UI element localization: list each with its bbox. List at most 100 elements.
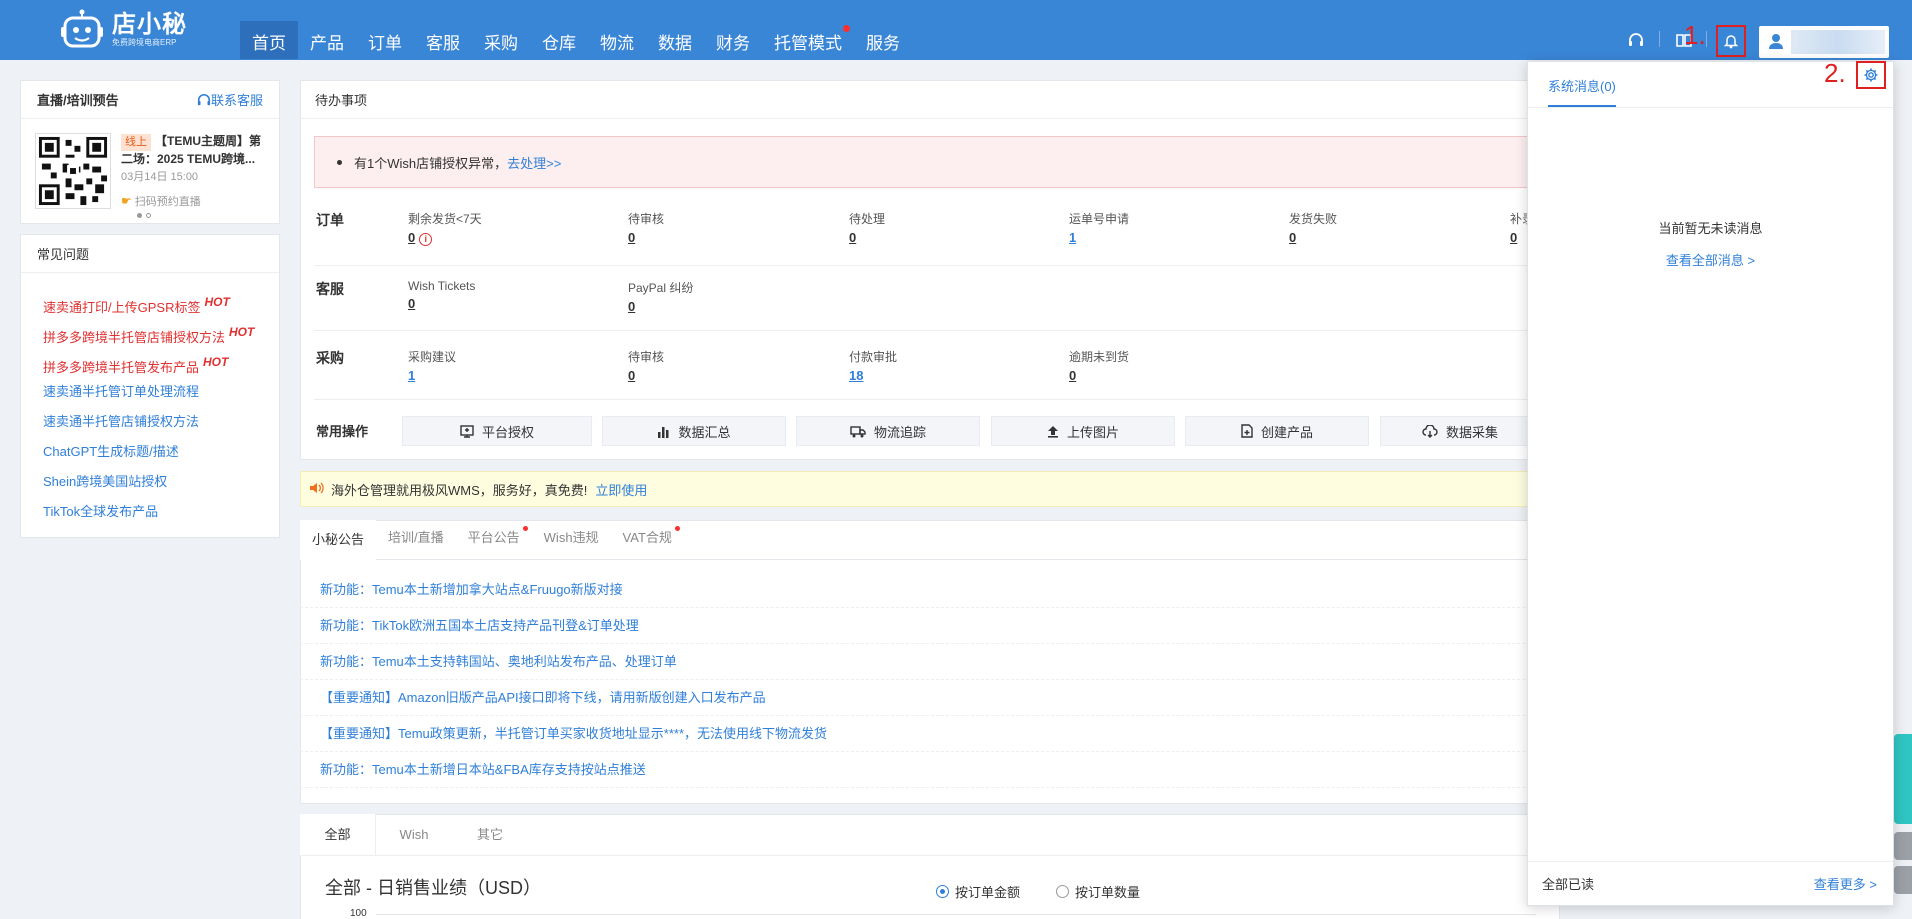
faq-item[interactable]: 拼多多跨境半托管店铺授权方法 HOT bbox=[43, 317, 257, 347]
info-icon[interactable]: i bbox=[419, 233, 433, 246]
platform-auth-button[interactable]: 平台授权 bbox=[402, 416, 592, 446]
todo-cell[interactable]: 逾期未到货 0 bbox=[1069, 348, 1129, 383]
tab-training-live[interactable]: 培训/直播 bbox=[376, 520, 456, 560]
nav-hosting-mode[interactable]: 托管模式 bbox=[762, 21, 854, 59]
nav-data[interactable]: 数据 bbox=[646, 21, 704, 59]
todo-cell-label: 待审核 bbox=[628, 350, 665, 364]
todo-cell-label: 待处理 bbox=[849, 212, 886, 226]
tab-sales-wish[interactable]: Wish bbox=[376, 814, 452, 855]
live-event-info[interactable]: 线上 【TEMU主题周】第二场：2025 TEMU跨境... bbox=[121, 133, 271, 168]
faq-item-label: 拼多多跨境半托管店铺授权方法 bbox=[43, 330, 226, 345]
todo-cell-value[interactable]: 0 bbox=[1069, 368, 1076, 383]
nav-customer-service[interactable]: 客服 bbox=[414, 21, 472, 59]
new-dot bbox=[522, 526, 528, 531]
bell-icon[interactable] bbox=[1719, 29, 1743, 53]
tab-platform-notice[interactable]: 平台公告 bbox=[456, 520, 532, 560]
news-item[interactable]: 新功能：Temu本土支持韩国站、奥地利站发布产品、处理订单 bbox=[300, 644, 1560, 680]
todo-cell[interactable]: Wish Tickets 0 bbox=[408, 279, 475, 311]
floating-help-icon[interactable] bbox=[1894, 832, 1912, 860]
nav-orders[interactable]: 订单 bbox=[356, 21, 414, 59]
todo-cell-value[interactable]: 1 bbox=[408, 368, 415, 383]
brand-logo[interactable]: 店小秘 免费跨境电商ERP bbox=[60, 8, 187, 52]
news-item[interactable]: 【重要通知】Temu政策更新，半托管订单买家收货地址显示****，无法使用线下物… bbox=[300, 716, 1560, 752]
username-blurred bbox=[1791, 30, 1885, 54]
faq-item[interactable]: 拼多多跨境半托管发布产品 HOT bbox=[43, 347, 257, 377]
faq-item[interactable]: ChatGPT生成标题/描述 bbox=[43, 437, 257, 467]
headset-icon[interactable] bbox=[1624, 28, 1648, 52]
news-item[interactable]: 新功能：Temu本土新增加拿大站点&Fruugo新版对接 bbox=[300, 572, 1560, 608]
radio-by-count[interactable]: 按订单数量 bbox=[1056, 882, 1140, 901]
todo-cell-value[interactable]: 0 bbox=[628, 230, 635, 245]
logistics-track-button[interactable]: 物流追踪 bbox=[796, 416, 980, 446]
todo-cell-value[interactable]: 0 bbox=[408, 296, 415, 311]
radio-by-amount[interactable]: 按订单金额 bbox=[936, 882, 1020, 901]
todo-cell-value[interactable]: 0 bbox=[628, 368, 635, 383]
upload-image-button[interactable]: 上传图片 bbox=[991, 416, 1175, 446]
todo-cell-value[interactable]: 18 bbox=[849, 368, 863, 383]
tab-sales-all[interactable]: 全部 bbox=[300, 814, 376, 855]
scan-reserve-label: 扫码预约直播 bbox=[134, 196, 201, 208]
faq-item[interactable]: 速卖通半托管店铺授权方法 bbox=[43, 407, 257, 437]
tab-system-messages[interactable]: 系统消息(0) bbox=[1548, 76, 1616, 107]
promo-banner: 海外仓管理就用极风WMS，服务好，真免费! 立即使用 bbox=[300, 471, 1560, 507]
promo-use-now-link[interactable]: 立即使用 bbox=[595, 480, 647, 499]
todo-cell[interactable]: 发货失败 0 bbox=[1289, 210, 1337, 245]
todo-cell-value[interactable]: 0 bbox=[849, 230, 856, 245]
todo-row-label: 订单 bbox=[316, 212, 344, 228]
carousel-dots[interactable] bbox=[137, 213, 151, 218]
nav-warehouse[interactable]: 仓库 bbox=[530, 21, 588, 59]
hot-badge: HOT bbox=[203, 355, 229, 369]
faq-item-label: 拼多多跨境半托管发布产品 bbox=[43, 360, 200, 375]
todo-cell-value[interactable]: 1 bbox=[1069, 230, 1076, 245]
todo-cell-value[interactable]: 0 bbox=[1289, 230, 1296, 245]
todo-cell-value[interactable]: 0 bbox=[1510, 230, 1517, 245]
live-title: 直播/培训预告 bbox=[37, 93, 119, 108]
todo-cell[interactable]: 待审核 0 bbox=[628, 348, 664, 383]
faq-item[interactable]: Shein跨境美国站授权 bbox=[43, 467, 257, 497]
robot-logo-icon bbox=[60, 9, 104, 51]
nav-services[interactable]: 服务 bbox=[854, 21, 912, 59]
nav-products[interactable]: 产品 bbox=[298, 21, 356, 59]
todo-cell-value[interactable]: 0 bbox=[408, 230, 415, 245]
news-item[interactable]: 【重要通知】Amazon旧版产品API接口即将下线，请用新版创建入口发布产品 bbox=[300, 680, 1560, 716]
data-summary-button[interactable]: 数据汇总 bbox=[602, 416, 786, 446]
tab-announcements[interactable]: 小秘公告 bbox=[300, 520, 377, 560]
faq-item[interactable]: 速卖通半托管订单处理流程 bbox=[43, 377, 257, 407]
floating-service-tab[interactable] bbox=[1894, 734, 1912, 824]
mark-all-read-button[interactable]: 全部已读 bbox=[1542, 874, 1594, 893]
faq-title: 常见问题 bbox=[37, 247, 90, 262]
nav-purchase[interactable]: 采购 bbox=[472, 21, 530, 59]
contact-service-link[interactable]: 联系客服 bbox=[197, 90, 263, 109]
live-preview-card: 直播/培训预告 联系客服 线上 【TEMU主题周】第二场：2025 TEMU跨境.… bbox=[20, 80, 280, 224]
todo-cell[interactable]: PayPal 纠纷 0 bbox=[628, 279, 693, 314]
gear-icon[interactable] bbox=[1863, 67, 1879, 83]
nav-home[interactable]: 首页 bbox=[240, 21, 298, 59]
data-collect-button[interactable]: 数据采集 bbox=[1380, 416, 1540, 446]
create-product-button[interactable]: 创建产品 bbox=[1185, 416, 1369, 446]
faq-item[interactable]: TikTok全球发布产品 bbox=[43, 497, 257, 527]
alert-handle-link[interactable]: 去处理>> bbox=[507, 153, 561, 172]
view-more-link[interactable]: 查看更多 > bbox=[1814, 874, 1877, 893]
todo-cell-value[interactable]: 0 bbox=[628, 299, 635, 314]
todo-title: 待办事项 bbox=[315, 93, 368, 108]
tab-sales-other[interactable]: 其它 bbox=[452, 814, 528, 855]
op-label: 创建产品 bbox=[1260, 424, 1313, 440]
tab-wish-violation[interactable]: Wish违规 bbox=[532, 520, 611, 560]
todo-cell[interactable]: 付款审批 18 bbox=[849, 348, 897, 383]
faq-item[interactable]: 速卖通打印/上传GPSR标签 HOT bbox=[43, 287, 257, 317]
floating-tool-icon[interactable] bbox=[1894, 866, 1912, 894]
faq-card: 常见问题 速卖通打印/上传GPSR标签 HOT 拼多多跨境半托管店铺授权方法 HOT… bbox=[20, 234, 280, 538]
todo-cell[interactable]: 剩余发货<7天 0 i bbox=[408, 210, 482, 246]
view-all-messages-link[interactable]: 查看全部消息 > bbox=[1528, 250, 1893, 269]
nav-logistics[interactable]: 物流 bbox=[588, 21, 646, 59]
news-item[interactable]: 新功能：TikTok欧洲五国本土店支持产品刊登&订单处理 bbox=[300, 608, 1560, 644]
todo-cell[interactable]: 待审核 0 bbox=[628, 210, 664, 245]
todo-cell-label: 运单号申请 bbox=[1069, 212, 1130, 226]
tab-vat-compliance[interactable]: VAT合规 bbox=[611, 520, 684, 560]
user-menu[interactable] bbox=[1759, 26, 1889, 58]
todo-cell[interactable]: 采购建议 1 bbox=[408, 348, 456, 383]
news-item[interactable]: 新功能：Temu本土新增日本站&FBA库存支持按站点推送 bbox=[300, 752, 1560, 788]
todo-cell[interactable]: 运单号申请 1 bbox=[1069, 210, 1129, 245]
todo-cell[interactable]: 待处理 0 bbox=[849, 210, 885, 245]
nav-finance[interactable]: 财务 bbox=[704, 21, 762, 59]
